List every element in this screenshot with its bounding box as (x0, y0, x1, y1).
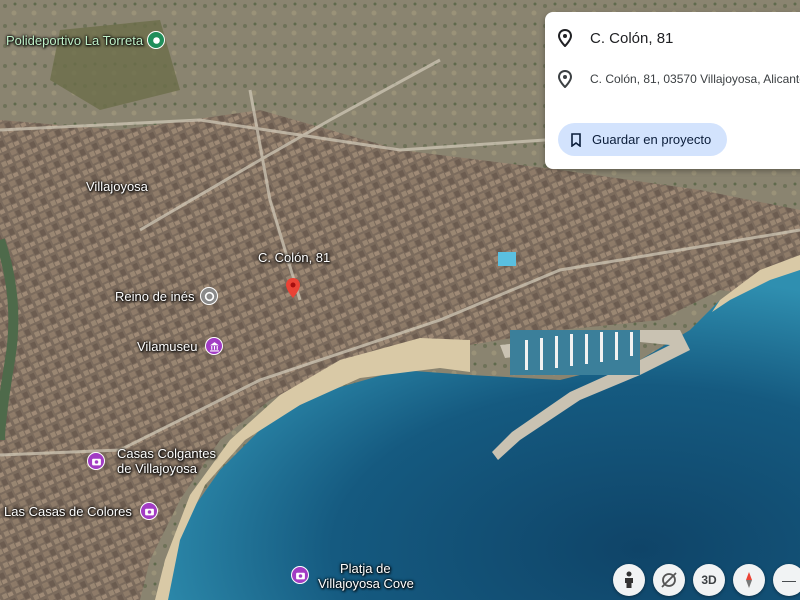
label-colon: C. Colón, 81 (258, 250, 331, 265)
place-address: C. Colón, 81, 03570 Villajoyosa, Alicant… (590, 72, 800, 86)
pegman-icon (625, 571, 633, 588)
photo-spot-icon[interactable] (291, 566, 309, 584)
label-casas-colores[interactable]: Las Casas de Colores (4, 504, 132, 519)
label-villajoyosa[interactable]: Villajoyosa (86, 179, 148, 194)
label-polideportivo[interactable]: Polideportivo La Torreta (6, 33, 143, 48)
zoom-out-label: — (782, 572, 796, 588)
bookmark-icon (571, 132, 581, 147)
3d-label: 3D (701, 573, 717, 587)
title-row: C. Colón, 81 (557, 29, 673, 47)
photo-spot-icon[interactable] (87, 452, 105, 470)
label-casas-colgantes-line2[interactable]: de Villajoyosa (117, 461, 197, 476)
label-casas-colgantes-line1[interactable]: Casas Colgantes (117, 446, 216, 461)
save-button-label: Guardar en proyecto (592, 132, 712, 147)
place-title: C. Colón, 81 (590, 29, 674, 47)
label-vilamuseu[interactable]: Vilamuseu (137, 339, 197, 354)
compass-button[interactable] (733, 564, 765, 596)
marina-water (510, 330, 640, 375)
location-pin-icon (557, 70, 573, 88)
museum-icon[interactable] (205, 337, 223, 355)
location-pin-marker[interactable] (286, 278, 300, 298)
zoom-out-button[interactable]: — (773, 564, 800, 596)
place-info-card: C. Colón, 81 C. Colón, 81, 03570 Villajo… (545, 12, 800, 169)
sports-center-icon[interactable] (147, 31, 165, 49)
label-platja-line1[interactable]: Platja de (340, 561, 391, 576)
location-pin-icon (557, 29, 573, 47)
attraction-icon[interactable] (200, 287, 218, 305)
rotate-icon (661, 572, 677, 588)
photo-spot-icon[interactable] (140, 502, 158, 520)
pool (498, 252, 516, 266)
pegman-button[interactable] (613, 564, 645, 596)
label-platja-line2[interactable]: Villajoyosa Cove (318, 576, 414, 591)
save-to-project-button[interactable]: Guardar en proyecto (558, 123, 728, 156)
address-row: C. Colón, 81, 03570 Villajoyosa, Alicant… (557, 70, 800, 88)
label-reino[interactable]: Reino de inés (115, 289, 195, 304)
rotate-button[interactable] (653, 564, 685, 596)
compass-icon (746, 572, 752, 588)
3d-toggle-button[interactable]: 3D (693, 564, 725, 596)
